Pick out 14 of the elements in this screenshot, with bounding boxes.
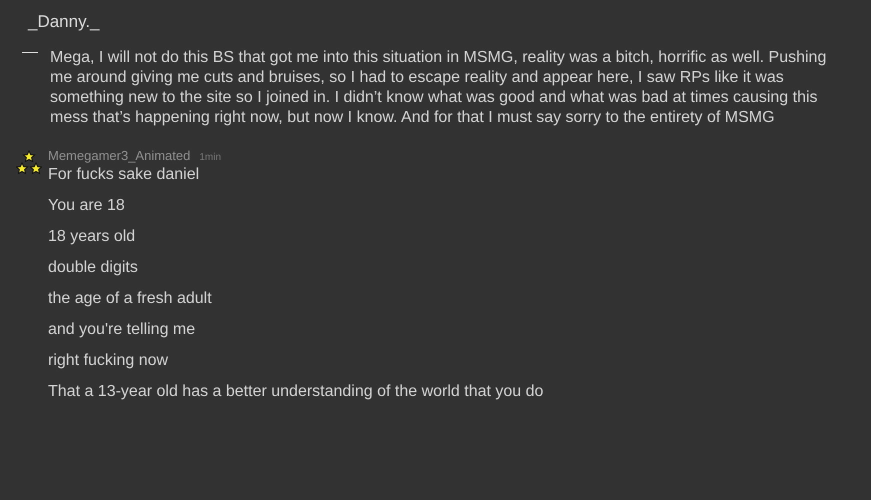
- reply-text: and you're telling me: [48, 320, 196, 340]
- reply-text: For fucks sake daniel: [48, 165, 200, 185]
- comment-author[interactable]: _Danny._: [28, 12, 100, 32]
- reply-text: 18 years old: [48, 227, 136, 247]
- reply-text: That a 13-year old has a better understanding of the world that you do: [48, 382, 544, 402]
- reply-text: the age of a fresh adult: [48, 289, 213, 309]
- reply-text: double digits: [48, 258, 139, 278]
- stars-icon: [16, 150, 42, 176]
- reply-text: right fucking now: [48, 351, 170, 371]
- dash-icon: [22, 52, 38, 53]
- comment-text: Mega, I will not do this BS that got me into this situation in MSMG, reality was a bitch, horrific as well. Pushing me around giving me cuts and bruises, so I had to escape reality and appear here, I saw RPs like it was something new to the site so I joined in. I didn’t know what was good and what was bad at times causing this mess that’s happening right now, but now I know. And for that I must say sorry to the entirety of MSMG: [50, 48, 828, 128]
- reply-text: You are 18: [48, 196, 126, 216]
- reply-time: 1min: [199, 152, 222, 163]
- reply-author[interactable]: Memegamer3_Animated: [48, 148, 190, 163]
